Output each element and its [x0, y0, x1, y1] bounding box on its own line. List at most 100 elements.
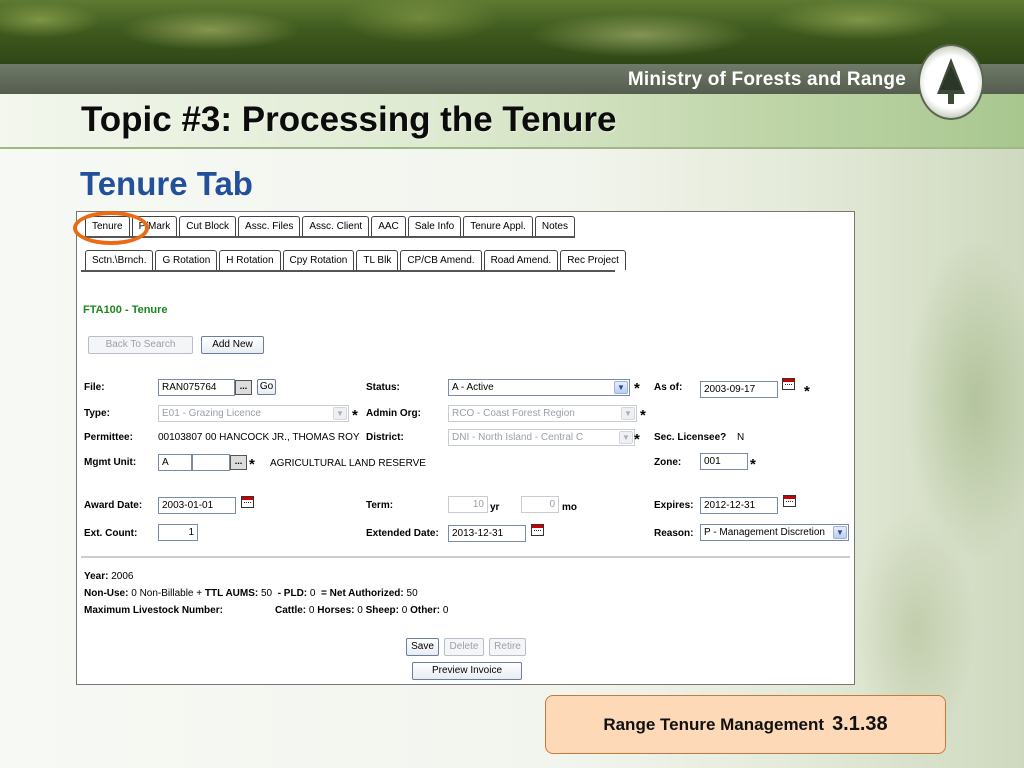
term-years-input[interactable]: 10: [448, 496, 488, 513]
year-value: 2006: [111, 571, 134, 582]
admin-org-value: RCO - Coast Forest Region: [452, 408, 575, 419]
add-new-button[interactable]: Add New: [201, 336, 264, 354]
calendar-icon[interactable]: [782, 378, 795, 390]
chevron-down-icon[interactable]: ▼: [614, 381, 628, 394]
calendar-icon[interactable]: [783, 495, 796, 507]
chevron-down-icon[interactable]: ▼: [333, 407, 347, 420]
tab-h-rotation[interactable]: H Rotation: [219, 250, 281, 270]
required-star: *: [804, 383, 810, 400]
slide-subtitle: Tenure Tab: [80, 165, 253, 202]
tab-sctn-brnch[interactable]: Sctn.\Brnch.: [85, 250, 154, 270]
max-livestock-label: Maximum Livestock Number:: [84, 605, 223, 616]
footer-course-name: Range Tenure Management: [603, 714, 825, 734]
tab-cut-block[interactable]: Cut Block: [179, 216, 237, 236]
ext-count-label: Ext. Count:: [84, 528, 138, 539]
non-use-value: 0 Non-Billable +: [131, 588, 203, 599]
tab-tenure-appl[interactable]: Tenure Appl.: [463, 216, 533, 236]
mgmt-unit-lookup-button[interactable]: ...: [230, 455, 247, 470]
pld-label: - PLD:: [277, 588, 308, 599]
ttl-aums-label: TTL AUMS:: [204, 588, 259, 599]
tab-pmark[interactable]: P/Mark: [131, 216, 178, 236]
required-star: *: [249, 456, 255, 473]
tab-aac[interactable]: AAC: [371, 216, 406, 236]
background-foliage: [855, 150, 1024, 768]
ext-count-input[interactable]: 1: [158, 524, 198, 541]
term-label: Term:: [366, 500, 394, 511]
extended-date-input[interactable]: 2013-12-31: [448, 525, 526, 542]
aums-line: Non-Use: 0 Non-Billable + TTL AUMS: 50 -…: [84, 588, 418, 599]
tab-assc-files[interactable]: Assc. Files: [238, 216, 301, 236]
permittee-value: 00103807 00 HANCOCK JR., THOMAS ROY: [158, 432, 360, 443]
mgmt-unit-input[interactable]: A: [158, 454, 192, 471]
cattle-value: 0: [308, 605, 315, 616]
net-authorized-label: = Net Authorized:: [321, 588, 404, 599]
tab-road-amend[interactable]: Road Amend.: [483, 250, 559, 270]
status-label: Status:: [366, 382, 400, 393]
as-of-input[interactable]: 2003-09-17: [700, 381, 778, 398]
tab-cp-cb-amend[interactable]: CP/CB Amend.: [400, 250, 482, 270]
chevron-down-icon[interactable]: ▼: [619, 431, 633, 444]
tab-cpy-rotation[interactable]: Cpy Rotation: [282, 250, 355, 270]
type-label: Type:: [84, 408, 110, 419]
tab-tenure[interactable]: Tenure: [85, 216, 130, 236]
tab-notes[interactable]: Notes: [534, 216, 575, 236]
file-lookup-button[interactable]: ...: [235, 380, 252, 395]
retire-button[interactable]: Retire: [489, 638, 526, 656]
expires-input[interactable]: 2012-12-31: [700, 497, 778, 514]
tab-underline: [81, 236, 575, 238]
tab-g-rotation[interactable]: G Rotation: [155, 250, 218, 270]
district-select[interactable]: DNI - North Island - Central C ▼: [448, 429, 635, 446]
status-select[interactable]: A - Active ▼: [448, 379, 630, 396]
tab-sale-info[interactable]: Sale Info: [407, 216, 462, 236]
other-label: Other:: [410, 605, 441, 616]
livestock-counts: Cattle: 0 Horses: 0 Sheep: 0 Other: 0: [275, 605, 448, 616]
reason-value: P - Management Discretion: [704, 527, 825, 538]
year-line: Year: 2006: [84, 571, 134, 582]
reason-select[interactable]: P - Management Discretion ▼: [700, 524, 849, 541]
required-star: *: [750, 456, 756, 473]
tab-underline-secondary: [81, 270, 615, 272]
tenure-screen: Tenure P/Mark Cut Block Assc. Files Assc…: [76, 211, 855, 685]
zone-input[interactable]: 001: [700, 453, 748, 470]
mgmt-unit-sub-input[interactable]: [192, 454, 230, 471]
district-label: District:: [366, 432, 404, 443]
tab-rec-project[interactable]: Rec Project: [560, 250, 626, 270]
reason-label: Reason:: [654, 528, 694, 539]
required-star: *: [634, 431, 640, 448]
livestock-line: Maximum Livestock Number:: [84, 605, 223, 616]
back-to-search-button[interactable]: Back To Search: [88, 336, 193, 354]
go-button[interactable]: Go: [257, 379, 276, 395]
calendar-icon[interactable]: [241, 496, 254, 508]
as-of-label: As of:: [654, 382, 683, 393]
ministry-name: Ministry of Forests and Range: [627, 69, 906, 90]
tab-row-primary: Tenure P/Mark Cut Block Assc. Files Assc…: [85, 216, 577, 236]
tab-tl-blk[interactable]: TL Blk: [356, 250, 399, 270]
tab-assc-client[interactable]: Assc. Client: [302, 216, 370, 236]
delete-button[interactable]: Delete: [444, 638, 484, 656]
save-button[interactable]: Save: [406, 638, 439, 656]
pld-value: 0: [309, 588, 316, 599]
chevron-down-icon[interactable]: ▼: [621, 407, 635, 420]
sheep-value: 0: [401, 605, 408, 616]
term-years-unit: yr: [490, 502, 500, 513]
horses-value: 0: [357, 605, 363, 616]
calendar-icon[interactable]: [531, 524, 544, 536]
mgmt-unit-label: Mgmt Unit:: [84, 457, 137, 468]
horses-label: Horses:: [317, 605, 355, 616]
ttl-aums-value: 50: [261, 588, 273, 599]
type-select[interactable]: E01 - Grazing Licence ▼: [158, 405, 349, 422]
status-value: A - Active: [452, 382, 494, 393]
cattle-label: Cattle:: [275, 605, 307, 616]
file-input[interactable]: RAN075764: [158, 379, 235, 396]
term-months-input[interactable]: 0: [521, 496, 559, 513]
slide-title: Topic #3: Processing the Tenure: [81, 100, 617, 139]
mgmt-unit-description: AGRICULTURAL LAND RESERVE: [270, 458, 426, 469]
section-divider: [81, 556, 850, 558]
chevron-down-icon[interactable]: ▼: [833, 526, 847, 539]
sec-licensee-label: Sec. Licensee?: [654, 432, 727, 443]
sheep-label: Sheep:: [365, 605, 399, 616]
non-use-label: Non-Use:: [84, 588, 129, 599]
award-date-input[interactable]: 2003-01-01: [158, 497, 236, 514]
admin-org-select[interactable]: RCO - Coast Forest Region ▼: [448, 405, 637, 422]
preview-invoice-button[interactable]: Preview Invoice: [412, 662, 522, 680]
